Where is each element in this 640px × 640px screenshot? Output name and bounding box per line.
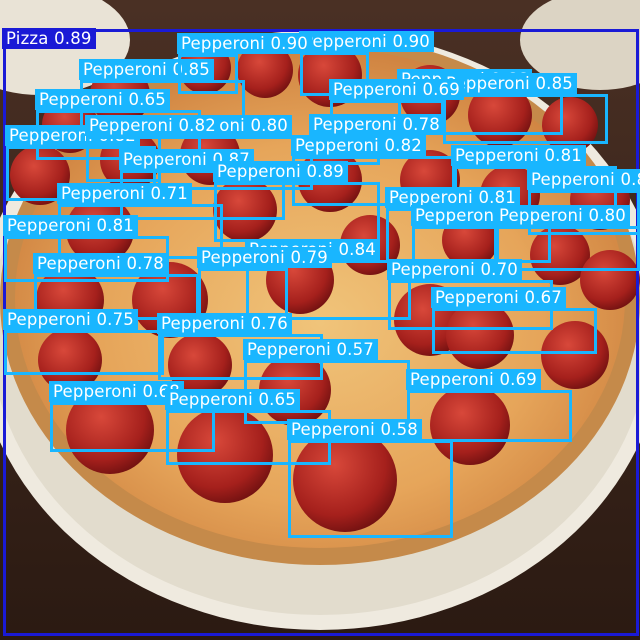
detection-class: Pepperoni — [89, 116, 173, 135]
detection-label: Pepperoni 0.89 — [213, 161, 348, 182]
detection-score: 0.85 — [535, 74, 573, 93]
detection-class: Pepperoni — [295, 136, 379, 155]
detection-score: 0.80 — [620, 170, 640, 189]
detection-class: Pizza — [6, 29, 49, 48]
detection-score: 0.65 — [258, 390, 296, 409]
detection-class: Pepperoni — [499, 206, 583, 225]
detection-score: 0.78 — [126, 254, 164, 273]
detection-score: 0.76 — [250, 314, 288, 333]
detection-label: Pepperoni 0.76 — [157, 313, 292, 334]
detection-class: Pepperoni — [123, 150, 207, 169]
bounding-box — [178, 54, 238, 94]
detection-score: 0.89 — [306, 162, 344, 181]
detection-score: 0.69 — [499, 370, 537, 389]
detection-score: 0.75 — [96, 310, 134, 329]
pepperoni-detection: Pepperoni 0.90 — [177, 33, 312, 94]
detection-class: Pepperoni — [9, 126, 93, 145]
bounding-box — [198, 268, 288, 318]
detection-score: 0.67 — [524, 288, 562, 307]
detection-score: 0.69 — [422, 80, 460, 99]
detection-score: 0.70 — [480, 260, 518, 279]
detection-label: Pepperoni 0.79 — [197, 247, 332, 268]
detection-score: 0.58 — [380, 420, 418, 439]
detection-class: Pepperoni — [217, 162, 301, 181]
detection-score: 0.71 — [150, 184, 188, 203]
detection-label: Pepperoni 0.81 — [451, 145, 586, 166]
detection-class: Pepperoni — [37, 254, 121, 273]
detection-class: Pepperoni — [161, 314, 245, 333]
detection-class: Pepperoni — [455, 146, 539, 165]
detection-label: Pepperoni 0.90 — [299, 31, 434, 52]
detection-score: 0.81 — [96, 216, 134, 235]
detection-label: Pepperoni 0.78 — [309, 114, 444, 135]
detection-class: Pepperoni — [391, 260, 475, 279]
detection-label: Pepperoni 0.82 — [85, 115, 220, 136]
detection-score: 0.79 — [290, 248, 328, 267]
detection-label: Pepperoni 0.81 — [3, 215, 138, 236]
detection-label: Pepperoni 0.82 — [291, 135, 426, 156]
detection-class: Pepperoni — [83, 60, 167, 79]
detection-class: Pepperoni — [181, 34, 265, 53]
detection-class: Pepperoni — [313, 115, 397, 134]
detection-label: Pizza 0.89 — [2, 28, 96, 49]
detection-label: Pepperoni 0.80 — [495, 205, 630, 226]
detection-class: Pepperoni — [169, 390, 253, 409]
detection-score: 0.84 — [338, 240, 376, 259]
detection-score: 0.57 — [336, 340, 374, 359]
pepperoni-detection: Pepperoni 0.79 — [197, 247, 332, 318]
detection-class: Pepperoni — [247, 340, 331, 359]
detection-class: Pepperoni — [201, 248, 285, 267]
detection-score: 0.80 — [250, 116, 288, 135]
detection-class: Pepperoni — [53, 382, 137, 401]
detection-label: Pepperoni 0.80 — [527, 169, 640, 190]
detection-label: Pepperoni 0.71 — [57, 183, 192, 204]
detection-label: Pepperoni 0.78 — [33, 253, 168, 274]
detection-label: Pepperoni 0.69 — [406, 369, 541, 390]
pepperoni-detection: Pepperoni 0.67 — [431, 287, 597, 354]
detection-score: 0.89 — [54, 29, 92, 48]
bounding-box — [407, 390, 572, 442]
detection-label: Pepperoni 0.90 — [177, 33, 312, 54]
pepperoni-detection: Pepperoni 0.69 — [406, 369, 572, 442]
bounding-box — [4, 330, 164, 375]
detection-score: 0.90 — [392, 32, 430, 51]
bounding-box — [214, 182, 380, 242]
detection-score: 0.90 — [270, 34, 308, 53]
detection-score: 0.81 — [544, 146, 582, 165]
detection-label: Pepperoni 0.68 — [49, 381, 184, 402]
bounding-box — [443, 94, 608, 144]
detection-label: Pepperoni 0.67 — [431, 287, 566, 308]
detection-score: 0.78 — [402, 115, 440, 134]
bounding-box — [288, 440, 453, 538]
detection-class: Pepperoni — [415, 206, 499, 225]
detection-class: Pepperoni — [291, 420, 375, 439]
detection-label: Pepperoni 0.75 — [3, 309, 138, 330]
detection-label: Pepperoni 0.70 — [387, 259, 522, 280]
detection-class: Pepperoni — [333, 80, 417, 99]
detection-class: Pepperoni — [303, 32, 387, 51]
detection-label: Pepperoni 0.65 — [165, 389, 300, 410]
detection-label: Pepperoni 0.57 — [243, 339, 378, 360]
detection-class: Pepperoni — [531, 170, 615, 189]
pepperoni-detection: Pepperoni 0.58 — [287, 419, 453, 538]
detection-class: Pepperoni — [435, 288, 519, 307]
detection-class: Pepperoni — [7, 216, 91, 235]
detection-score: 0.80 — [588, 206, 626, 225]
detection-score: 0.65 — [128, 90, 166, 109]
pepperoni-detection: Pepperoni 0.75 — [3, 309, 164, 375]
detection-label: Pepperoni 0.69 — [329, 79, 464, 100]
detection-class: Pepperoni — [410, 370, 494, 389]
detection-label: Pepperoni 0.58 — [287, 419, 422, 440]
bounding-box — [432, 308, 597, 354]
detection-score: 0.82 — [384, 136, 422, 155]
detection-class: Pepperoni — [39, 90, 123, 109]
pepperoni-detection: Pepperoni 0.89 — [213, 161, 380, 242]
detection-class: Pepperoni — [61, 184, 145, 203]
detection-class: Pepperoni — [7, 310, 91, 329]
detection-label: Pepperoni 0.65 — [35, 89, 170, 110]
detection-score: 0.82 — [178, 116, 216, 135]
pepperoni-detection: Pepperoni 0.85 — [442, 73, 608, 144]
